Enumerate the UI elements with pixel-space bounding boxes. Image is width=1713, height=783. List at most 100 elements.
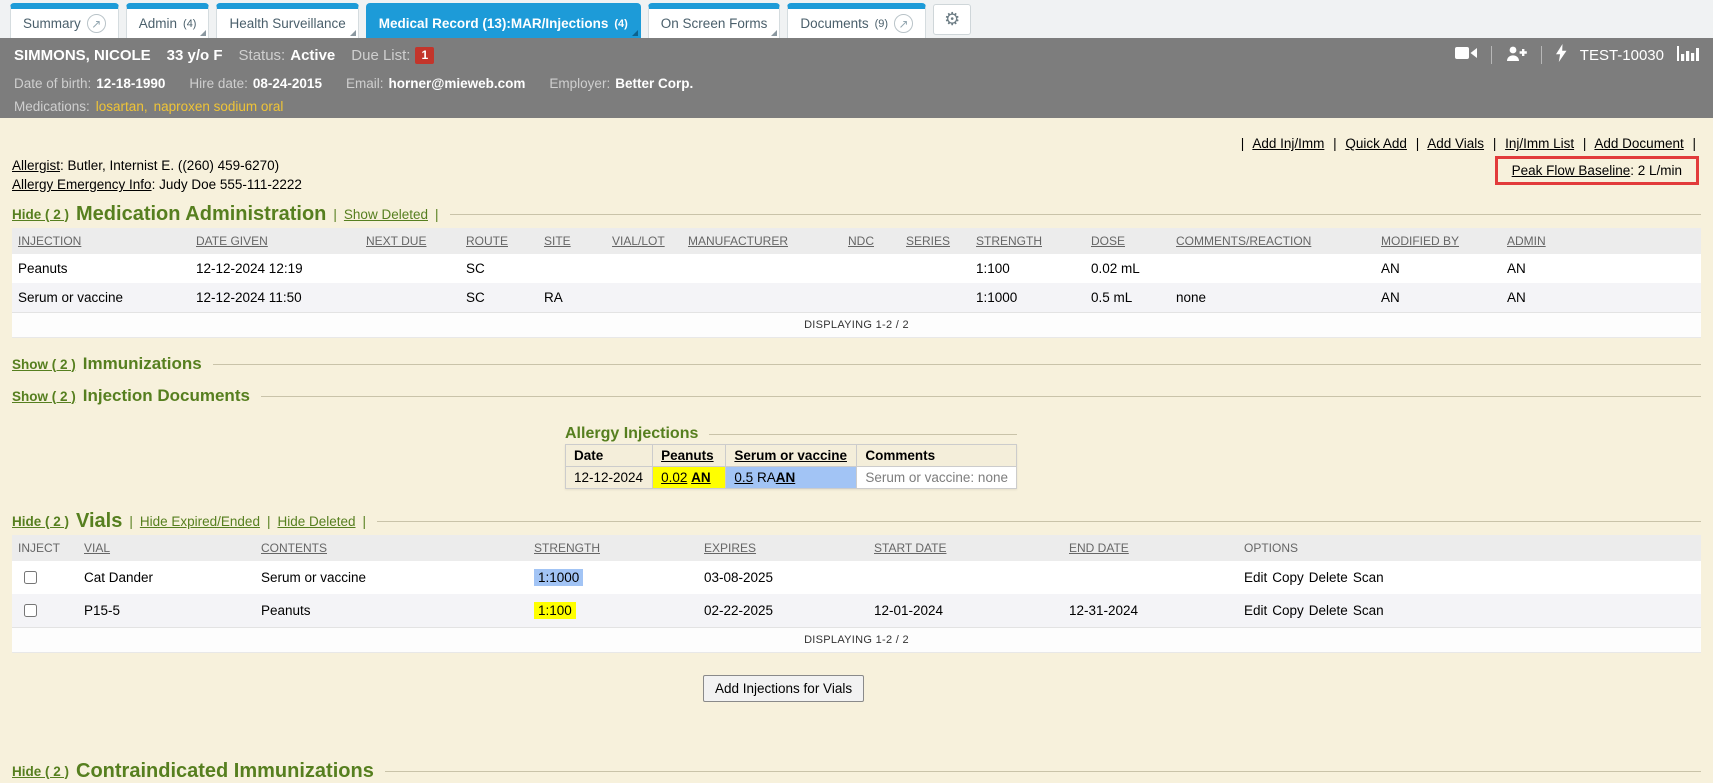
employer-value: Better Corp. xyxy=(615,76,693,91)
cell-vial-lot xyxy=(606,283,682,312)
hide-vials-link[interactable]: Hide ( 2 ) xyxy=(12,514,69,529)
scan-link[interactable]: Scan xyxy=(1353,570,1384,585)
settings-gear-button[interactable]: ⚙ xyxy=(933,4,971,35)
col-route[interactable]: ROUTE xyxy=(466,234,508,248)
cell-strength: 1:100 xyxy=(970,254,1085,283)
table-header-row: INJECTION DATE GIVEN NEXT DUE ROUTE SITE… xyxy=(12,228,1701,254)
tab-summary[interactable]: Summary ↗ xyxy=(10,3,119,38)
tab-documents[interactable]: Documents (9) ↗ xyxy=(787,3,926,38)
tab-on-screen-forms[interactable]: On Screen Forms xyxy=(648,3,781,38)
delete-link[interactable]: Delete xyxy=(1309,570,1348,585)
col-next-due[interactable]: NEXT DUE xyxy=(366,234,426,248)
col-ndc[interactable]: NDC xyxy=(848,234,874,248)
main-content: | Add Inj/Imm | Quick Add | Add Vials | … xyxy=(0,136,1713,783)
separator: | xyxy=(333,207,337,222)
separator: | xyxy=(267,514,271,529)
show-immunizations-link[interactable]: Show ( 2 ) xyxy=(12,357,76,372)
cell-route: SC xyxy=(460,283,538,312)
scan-link[interactable]: Scan xyxy=(1353,603,1384,618)
cell-expires: 03-08-2025 xyxy=(698,561,868,594)
allergist-link[interactable]: Allergist xyxy=(12,158,60,173)
hide-expired-ended-link[interactable]: Hide Expired/Ended xyxy=(140,514,260,529)
cell-end-date xyxy=(1063,561,1238,594)
tab-admin[interactable]: Admin (4) xyxy=(126,3,210,38)
col-dose[interactable]: DOSE xyxy=(1091,234,1125,248)
medication-link[interactable]: losartan, xyxy=(96,99,148,114)
edit-link[interactable]: Edit xyxy=(1244,570,1267,585)
col-vial-lot[interactable]: VIAL/LOT xyxy=(612,234,665,248)
cell-start-date xyxy=(868,561,1063,594)
col-series[interactable]: SERIES xyxy=(906,234,950,248)
show-injection-documents-link[interactable]: Show ( 2 ) xyxy=(12,389,76,404)
add-inj-imm-link[interactable]: Add Inj/Imm xyxy=(1252,136,1324,151)
inject-checkbox[interactable] xyxy=(24,571,37,584)
col-site[interactable]: SITE xyxy=(544,234,571,248)
dose-link[interactable]: 0.5 xyxy=(734,470,753,485)
hide-contraindicated-link[interactable]: Hide ( 2 ) xyxy=(12,764,69,779)
cell-series xyxy=(900,283,970,312)
col-expires[interactable]: EXPIRES xyxy=(704,541,756,555)
copy-link[interactable]: Copy xyxy=(1272,603,1304,618)
dose-link[interactable]: 0.02 xyxy=(661,470,687,485)
separator: | xyxy=(1241,136,1245,151)
inject-checkbox[interactable] xyxy=(24,604,37,617)
vials-table: INJECT VIAL CONTENTS STRENGTH EXPIRES ST… xyxy=(12,535,1701,627)
col-comments-reaction[interactable]: COMMENTS/REACTION xyxy=(1176,234,1311,248)
email-label: Email: xyxy=(346,76,384,91)
lightning-bolt-icon[interactable] xyxy=(1555,44,1567,66)
add-document-link[interactable]: Add Document xyxy=(1594,136,1683,151)
cell-admin: AN xyxy=(1501,283,1701,312)
action-links: | Add Inj/Imm | Quick Add | Add Vials | … xyxy=(12,136,1701,151)
tab-health-surveillance[interactable]: Health Surveillance xyxy=(216,3,358,38)
col-inject: INJECT xyxy=(12,535,78,561)
table-row[interactable]: Serum or vaccine 12-12-2024 11:50 SC RA … xyxy=(12,283,1701,312)
status-label: Status: xyxy=(239,47,286,64)
show-deleted-link[interactable]: Show Deleted xyxy=(344,207,428,222)
cell-strength: 1:100 xyxy=(528,594,698,627)
video-camera-icon[interactable] xyxy=(1455,45,1478,65)
col-injection[interactable]: INJECTION xyxy=(18,234,81,248)
col-peanuts: Peanuts xyxy=(653,445,726,467)
col-strength[interactable]: STRENGTH xyxy=(534,541,600,555)
add-injections-for-vials-button[interactable]: Add Injections for Vials xyxy=(703,675,864,702)
col-date-given[interactable]: DATE GIVEN xyxy=(196,234,268,248)
col-vial[interactable]: VIAL xyxy=(84,541,110,555)
tab-summary-label: Summary xyxy=(23,16,81,31)
edit-link[interactable]: Edit xyxy=(1244,603,1267,618)
patient-name: SIMMONS, NICOLE xyxy=(14,47,151,64)
cell-manufacturer xyxy=(682,283,842,312)
medication-link[interactable]: naproxen sodium oral xyxy=(154,99,284,114)
add-vials-link[interactable]: Add Vials xyxy=(1427,136,1484,151)
col-manufacturer[interactable]: MANUFACTURER xyxy=(688,234,788,248)
table-header-row: INJECT VIAL CONTENTS STRENGTH EXPIRES ST… xyxy=(12,535,1701,561)
col-serum-or-vaccine: Serum or vaccine xyxy=(726,445,857,467)
col-admin[interactable]: ADMIN xyxy=(1507,234,1546,248)
delete-link[interactable]: Delete xyxy=(1309,603,1348,618)
allergy-emergency-info-link[interactable]: Allergy Emergency Info xyxy=(12,177,152,192)
col-contents[interactable]: CONTENTS xyxy=(261,541,327,555)
col-end-date[interactable]: END DATE xyxy=(1069,541,1129,555)
popout-icon[interactable]: ↗ xyxy=(894,14,913,33)
hide-med-admin-link[interactable]: Hide ( 2 ) xyxy=(12,207,69,222)
separator: | xyxy=(1493,136,1497,151)
table-row[interactable]: Peanuts 12-12-2024 12:19 SC 1:100 0.02 m… xyxy=(12,254,1701,283)
hide-deleted-link[interactable]: Hide Deleted xyxy=(277,514,355,529)
col-modified-by[interactable]: MODIFIED BY xyxy=(1381,234,1459,248)
separator: | xyxy=(1583,136,1587,151)
quick-add-link[interactable]: Quick Add xyxy=(1345,136,1407,151)
flowsheet-chart-icon[interactable] xyxy=(1677,45,1699,66)
col-strength[interactable]: STRENGTH xyxy=(976,234,1042,248)
col-start-date[interactable]: START DATE xyxy=(874,541,946,555)
inj-imm-list-link[interactable]: Inj/Imm List xyxy=(1505,136,1574,151)
administered-by-link[interactable]: AN xyxy=(691,470,711,485)
due-list-badge[interactable]: 1 xyxy=(415,47,434,64)
cell-strength: 1:1000 xyxy=(528,561,698,594)
cell-expires: 02-22-2025 xyxy=(698,594,868,627)
copy-link[interactable]: Copy xyxy=(1272,570,1304,585)
tab-medical-record-count: (4) xyxy=(614,18,627,30)
add-person-icon[interactable] xyxy=(1505,45,1528,66)
peak-flow-baseline-link[interactable]: Peak Flow Baseline xyxy=(1512,163,1631,178)
administered-by-link[interactable]: AN xyxy=(776,470,796,485)
popout-icon[interactable]: ↗ xyxy=(87,14,106,33)
tab-medical-record[interactable]: Medical Record (13):MAR/Injections (4) xyxy=(366,3,641,38)
